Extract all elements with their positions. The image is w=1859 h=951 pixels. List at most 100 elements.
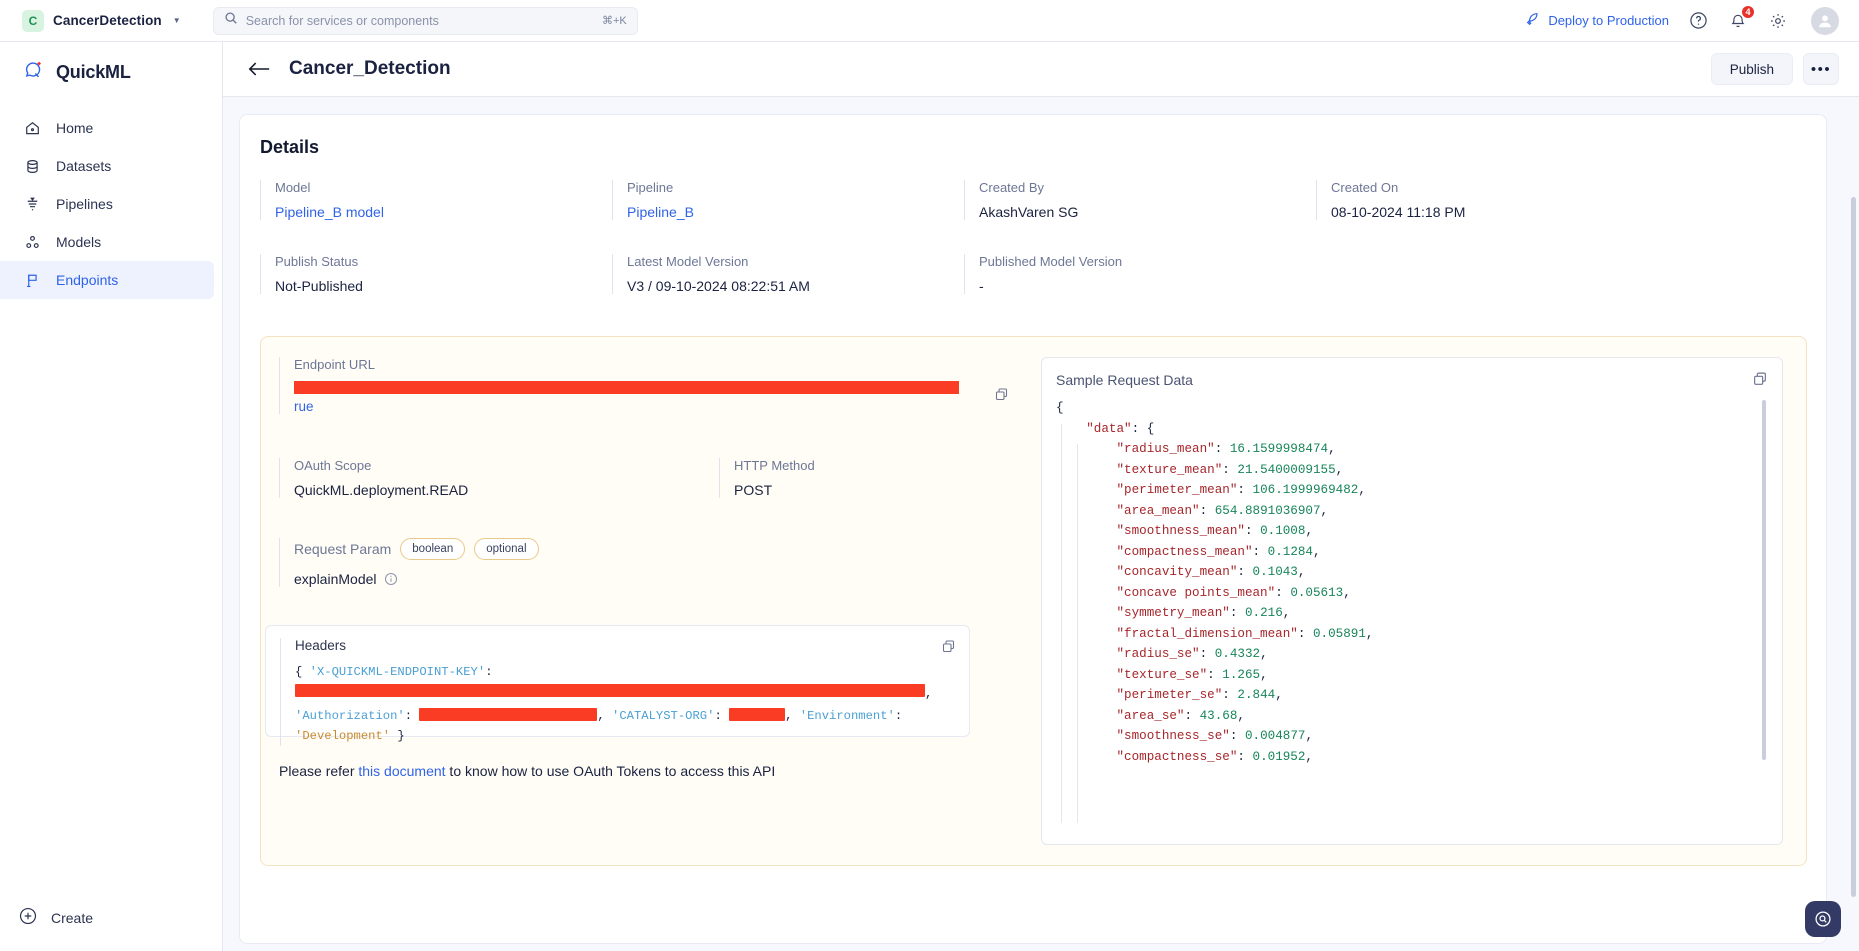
- sample-request-json[interactable]: { "data": { "radius_mean": 16.1599998474…: [1056, 398, 1768, 823]
- details-row-2: Publish Status Not-Published Latest Mode…: [260, 254, 1806, 294]
- headers-content: Headers { 'X-QUICKML-ENDPOINT-KEY': ████…: [280, 638, 955, 746]
- json-indent-guide-2: [1077, 444, 1078, 823]
- gear-icon[interactable]: [1767, 10, 1789, 32]
- json-indent-guide-1: [1061, 424, 1062, 823]
- publish-button[interactable]: Publish: [1711, 53, 1793, 85]
- request-param-chip-type: boolean: [400, 538, 465, 560]
- oauth-footnote: Please refer this document to know how t…: [279, 763, 1001, 779]
- http-method-value: POST: [734, 482, 979, 498]
- copy-endpoint-url-icon[interactable]: [994, 387, 1009, 402]
- user-avatar[interactable]: [1811, 7, 1839, 35]
- endpoint-url-label: Endpoint URL: [294, 357, 1001, 372]
- search-shortcut-hint: ⌘+K: [602, 14, 627, 27]
- json-line: "perimeter_mean": 106.1999969482,: [1056, 480, 1750, 501]
- json-line: {: [1056, 398, 1750, 419]
- header-key-catalyst-org: 'CATALYST-ORG': [612, 709, 714, 723]
- json-line: "smoothness_mean": 0.1008,: [1056, 521, 1750, 542]
- request-param-field: Request Param boolean optional explainMo…: [279, 538, 1001, 587]
- endpoint-url-field: Endpoint URL rue: [279, 357, 1001, 414]
- http-method-label: HTTP Method: [734, 458, 979, 473]
- endpoint-url-redaction: [294, 381, 959, 394]
- header-key-environment: 'Environment': [800, 709, 895, 723]
- copy-sample-request-icon[interactable]: [1752, 371, 1768, 387]
- search-icon: [224, 11, 238, 30]
- content-scrollbar[interactable]: [1851, 197, 1856, 897]
- headers-title: Headers: [295, 638, 955, 653]
- sidebar: QuickML Home Datasets: [0, 42, 223, 951]
- home-icon: [22, 120, 42, 137]
- json-line: "area_se": 43.68,: [1056, 706, 1750, 727]
- this-document-link[interactable]: this document: [358, 763, 445, 779]
- sidebar-item-datasets[interactable]: Datasets: [0, 147, 214, 185]
- header-value-authorization-redaction: ██████████████████████: [419, 708, 597, 721]
- endpoint-left-column: Endpoint URL rue OAuth Scope QuickML.d: [279, 357, 1001, 845]
- rocket-icon: [1525, 12, 1540, 30]
- comma: ,: [925, 687, 932, 701]
- detail-value: AkashVaren SG: [979, 204, 1316, 220]
- endpoint-panel: Endpoint URL rue OAuth Scope QuickML.d: [260, 336, 1807, 866]
- detail-value: Not-Published: [275, 278, 612, 294]
- header-key-authorization: 'Authorization': [295, 709, 405, 723]
- header-key-endpoint-key: 'X-QUICKML-ENDPOINT-KEY': [310, 665, 486, 679]
- json-line: "texture_mean": 21.5400009155,: [1056, 460, 1750, 481]
- detail-latest-model-version: Latest Model Version V3 / 09-10-2024 08:…: [612, 254, 964, 294]
- json-line: "symmetry_mean": 0.216,: [1056, 603, 1750, 624]
- footnote-suffix: to know how to use OAuth Tokens to acces…: [446, 763, 776, 779]
- sidebar-item-models[interactable]: Models: [0, 223, 214, 261]
- endpoint-url-value: [294, 381, 1001, 394]
- sidebar-item-home[interactable]: Home: [0, 109, 214, 147]
- json-line: "concavity_mean": 0.1043,: [1056, 562, 1750, 583]
- detail-value-link[interactable]: Pipeline_B: [627, 204, 964, 220]
- notifications-bell-icon[interactable]: 4: [1727, 10, 1749, 32]
- sidebar-item-endpoints[interactable]: Endpoints: [0, 261, 214, 299]
- info-icon[interactable]: [384, 572, 398, 586]
- detail-published-model-version: Published Model Version -: [964, 254, 1316, 294]
- json-line: "radius_mean": 16.1599998474,: [1056, 439, 1750, 460]
- detail-value-link[interactable]: Pipeline_B model: [275, 204, 612, 220]
- oauth-scope-value: QuickML.deployment.READ: [294, 482, 719, 498]
- help-circle-icon[interactable]: [1687, 10, 1709, 32]
- detail-publish-status: Publish Status Not-Published: [260, 254, 612, 294]
- request-param-header: Request Param boolean optional: [294, 538, 1001, 560]
- global-search[interactable]: ⌘+K: [213, 7, 638, 35]
- chevron-down-icon: ▼: [173, 16, 181, 25]
- create-button[interactable]: Create: [0, 906, 222, 929]
- org-avatar: C: [22, 10, 44, 32]
- footnote-prefix: Please refer: [279, 763, 358, 779]
- deploy-label: Deploy to Production: [1548, 13, 1669, 28]
- notification-badge: 4: [1741, 5, 1755, 19]
- plus-circle-icon: [18, 906, 38, 929]
- detail-value: -: [979, 278, 1316, 294]
- more-options-button[interactable]: •••: [1803, 53, 1839, 85]
- org-switcher[interactable]: C CancerDetection ▼: [22, 10, 181, 32]
- arrow-left-icon[interactable]: [247, 59, 271, 79]
- copy-headers-icon[interactable]: [941, 639, 956, 654]
- detail-label: Pipeline: [627, 180, 964, 195]
- header-value-endpoint-key-redaction: ████████████████████████████████████████…: [295, 684, 925, 697]
- request-param-label: Request Param: [294, 541, 391, 557]
- json-line: "concave points_mean": 0.05613,: [1056, 583, 1750, 604]
- search-input[interactable]: [246, 14, 594, 28]
- json-line: "texture_se": 1.265,: [1056, 665, 1750, 686]
- oauth-scope-label: OAuth Scope: [294, 458, 719, 473]
- json-line: "data": {: [1056, 419, 1750, 440]
- search-fab-button[interactable]: [1805, 901, 1841, 937]
- headers-box: Headers { 'X-QUICKML-ENDPOINT-KEY': ████…: [265, 625, 970, 737]
- header-value-catalyst-org-redaction: ███████: [729, 708, 785, 721]
- content-area: Details Model Pipeline_B model Pipeline …: [223, 97, 1859, 951]
- deploy-to-production-button[interactable]: Deploy to Production: [1525, 12, 1669, 30]
- json-scrollbar[interactable]: [1762, 400, 1766, 760]
- detail-value: 08-10-2024 11:18 PM: [1331, 204, 1668, 220]
- detail-value: V3 / 09-10-2024 08:22:51 AM: [627, 278, 964, 294]
- topbar-actions: Deploy to Production 4: [1525, 7, 1839, 35]
- json-line: "fractal_dimension_mean": 0.05891,: [1056, 624, 1750, 645]
- detail-label: Published Model Version: [979, 254, 1316, 269]
- open-brace: {: [295, 665, 302, 679]
- sample-request-panel: Sample Request Data { "data": { "radius_…: [1041, 357, 1783, 845]
- http-method-field: HTTP Method POST: [719, 458, 979, 498]
- detail-label: Latest Model Version: [627, 254, 964, 269]
- sidebar-item-pipelines[interactable]: Pipelines: [0, 185, 214, 223]
- detail-label: Created On: [1331, 180, 1668, 195]
- details-card: Details Model Pipeline_B model Pipeline …: [239, 114, 1827, 944]
- flag-icon: [22, 272, 42, 289]
